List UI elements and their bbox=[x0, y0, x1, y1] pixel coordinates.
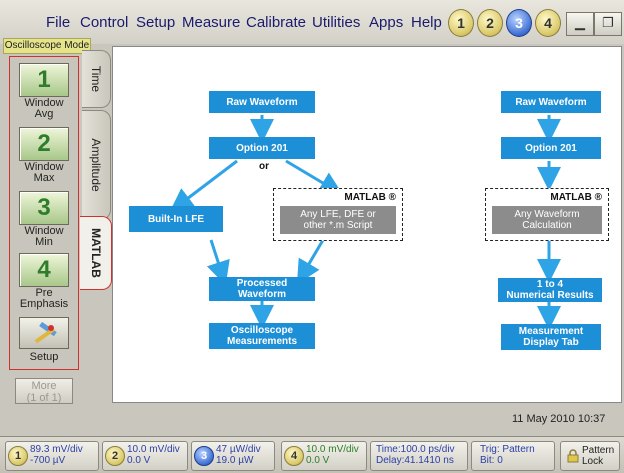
tab-amplitude[interactable]: Amplitude bbox=[82, 110, 111, 220]
timebase-status[interactable]: Time:100.0 ps/div Delay:41.1410 ns bbox=[370, 441, 468, 471]
window-min-button[interactable]: 3 bbox=[19, 191, 69, 225]
channel-3-status[interactable]: 3 47 µW/div 19.0 µW bbox=[191, 441, 275, 471]
channel-4-status[interactable]: 4 10.0 mV/div 0.0 V bbox=[281, 441, 367, 471]
pre-emphasis-button[interactable]: 4 bbox=[19, 253, 69, 287]
measurement-display-tab-box: Measurement Display Tab bbox=[501, 324, 601, 350]
window-avg-label: Window Avg bbox=[24, 97, 64, 120]
matlab-calculation-box: MATLAB ® Any Waveform Calculation bbox=[485, 188, 609, 241]
numerical-results-box: 1 to 4 Numerical Results bbox=[498, 278, 602, 302]
menu-apps[interactable]: Apps bbox=[369, 14, 403, 31]
wrench-icon bbox=[34, 321, 57, 344]
window-avg-button[interactable]: 1 bbox=[19, 63, 69, 97]
channel-3-button[interactable]: 3 bbox=[506, 9, 532, 37]
menu-file[interactable]: File bbox=[46, 14, 70, 31]
channel-2-scale: 10.0 mV/div 0.0 V bbox=[127, 444, 180, 466]
window-max-label: Window Max bbox=[24, 161, 64, 184]
tab-time-label: Time bbox=[89, 65, 103, 93]
matlab-title: MATLAB ® bbox=[344, 192, 396, 203]
restore-button[interactable]: ❐ bbox=[594, 12, 622, 36]
restore-icon: ❐ bbox=[602, 15, 614, 30]
processed-waveform-box: Processed Waveform bbox=[209, 277, 315, 301]
window-max-button[interactable]: 2 bbox=[19, 127, 69, 161]
or-label: or bbox=[259, 161, 269, 172]
tab-matlab[interactable]: MATLAB bbox=[80, 216, 112, 290]
tab-amplitude-label: Amplitude bbox=[89, 138, 103, 192]
channel-1-indicator: 1 bbox=[8, 446, 28, 466]
menu-utilities[interactable]: Utilities bbox=[312, 14, 360, 31]
trigger-text: Trig: Pattern Bit: 0 bbox=[480, 444, 535, 466]
minimize-button[interactable]: ▁ bbox=[566, 12, 594, 36]
setup-button[interactable] bbox=[19, 317, 69, 349]
matlab-script-content: Any LFE, DFE or other *.m Script bbox=[280, 206, 396, 234]
menu-calibrate[interactable]: Calibrate bbox=[246, 14, 306, 31]
option-201-box-right: Option 201 bbox=[501, 137, 601, 159]
channel-4-indicator: 4 bbox=[284, 446, 304, 466]
tab-matlab-label: MATLAB bbox=[88, 228, 103, 278]
pre-emphasis-label: Pre Emphasis bbox=[19, 287, 69, 310]
menu-measure[interactable]: Measure bbox=[182, 14, 240, 31]
channel-1-status[interactable]: 1 89.3 mV/div -700 µV bbox=[5, 441, 99, 471]
window-min-label: Window Min bbox=[24, 225, 64, 248]
mode-label: Oscilloscope Mode bbox=[3, 38, 91, 54]
matlab-calculation-content: Any Waveform Calculation bbox=[492, 206, 602, 234]
channel-1-scale: 89.3 mV/div -700 µV bbox=[30, 444, 83, 466]
menu-bar: File Control Setup Measure Calibrate Uti… bbox=[0, 0, 624, 44]
option-201-box: Option 201 bbox=[209, 137, 315, 159]
matlab-script-box: MATLAB ® Any LFE, DFE or other *.m Script bbox=[273, 188, 403, 241]
raw-waveform-box-right: Raw Waveform bbox=[501, 91, 601, 113]
channel-4-scale: 10.0 mV/div 0.0 V bbox=[306, 444, 359, 466]
channel-2-status[interactable]: 2 10.0 mV/div 0.0 V bbox=[102, 441, 188, 471]
matlab-flow-diagram: Raw Waveform Option 201 or Built-In LFE … bbox=[112, 46, 622, 403]
timebase-text: Time:100.0 ps/div Delay:41.1410 ns bbox=[376, 444, 455, 466]
builtin-lfe-box: Built-In LFE bbox=[129, 206, 223, 232]
menu-control[interactable]: Control bbox=[80, 14, 128, 31]
channel-2-button[interactable]: 2 bbox=[477, 9, 503, 37]
channel-3-scale: 47 µW/div 19.0 µW bbox=[216, 444, 261, 466]
matlab-title-right: MATLAB ® bbox=[550, 192, 602, 203]
minimize-icon: ▁ bbox=[575, 15, 585, 30]
tab-time[interactable]: Time bbox=[82, 50, 111, 108]
lock-icon bbox=[567, 449, 579, 463]
pattern-lock-label: Pattern Lock bbox=[582, 445, 615, 467]
menu-setup[interactable]: Setup bbox=[136, 14, 175, 31]
trigger-status[interactable]: Trig: Pattern Bit: 0 bbox=[471, 441, 555, 471]
setup-label: Setup bbox=[29, 351, 59, 363]
oscilloscope-measurements-box: Oscilloscope Measurements bbox=[209, 323, 315, 349]
pattern-lock-button[interactable]: Pattern Lock bbox=[560, 441, 620, 471]
channel-4-button[interactable]: 4 bbox=[535, 9, 561, 37]
channel-2-indicator: 2 bbox=[105, 446, 125, 466]
measurement-button-panel: 1 Window Avg 2 Window Max 3 Window Min 4 Pr… bbox=[9, 56, 79, 370]
channel-1-button[interactable]: 1 bbox=[448, 9, 474, 37]
raw-waveform-box: Raw Waveform bbox=[209, 91, 315, 113]
more-button[interactable]: More (1 of 1) bbox=[15, 378, 73, 404]
channel-3-indicator: 3 bbox=[194, 446, 214, 466]
date-time: 11 May 2010 10:37 bbox=[512, 413, 606, 425]
menu-help[interactable]: Help bbox=[411, 14, 442, 31]
